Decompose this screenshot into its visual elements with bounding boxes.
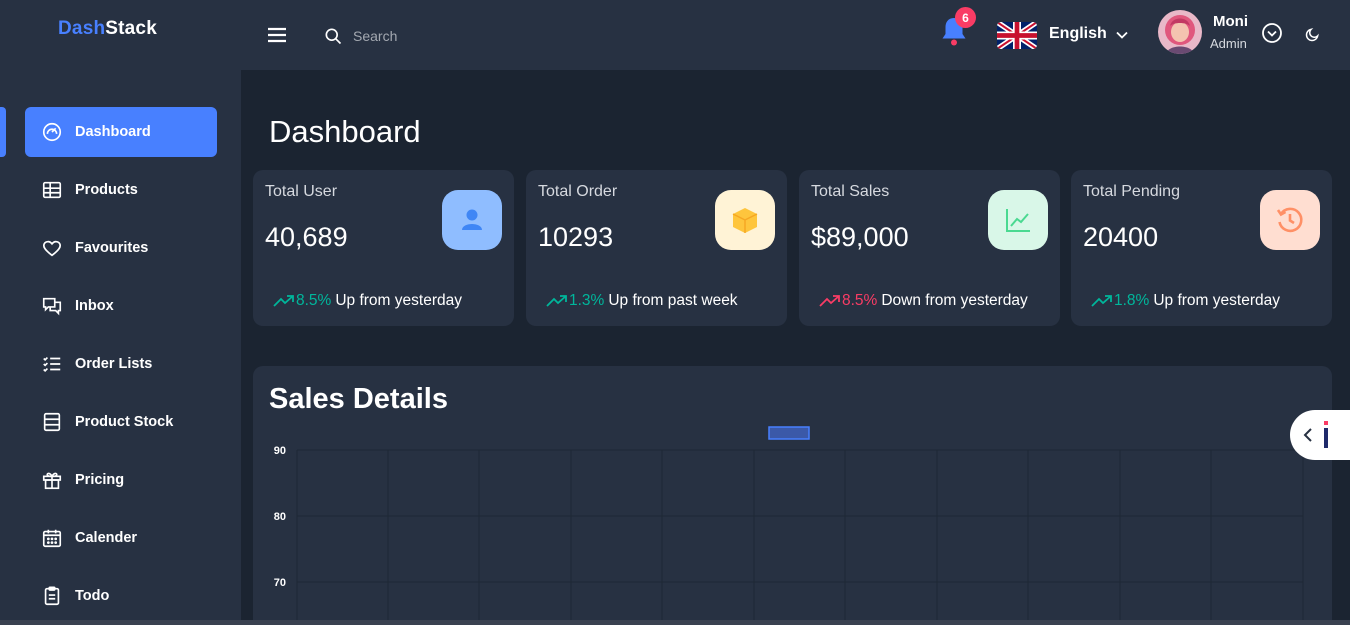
card-trend: 8.5% Up from yesterday xyxy=(273,292,462,310)
sidebar-item-product-stock[interactable]: Product Stock xyxy=(25,397,217,447)
trend-description: Down from yesterday xyxy=(881,292,1028,309)
search-bar xyxy=(323,22,603,50)
card-title: Total Sales xyxy=(811,183,890,200)
sidebar-item-pricing[interactable]: Pricing xyxy=(25,455,217,505)
trend-description: Up from yesterday xyxy=(335,292,462,309)
y-tick-label: 90 xyxy=(274,445,286,457)
sidebar-item-favourites[interactable]: Favourites xyxy=(25,223,217,273)
bottom-scrollbar[interactable] xyxy=(0,620,1350,625)
uk-flag-icon[interactable] xyxy=(997,22,1037,49)
sidebar-item-label: Order Lists xyxy=(75,356,153,372)
chart-horizontal-gridlines xyxy=(297,449,1303,583)
sales-details-panel: Sales Details 90 80 70 xyxy=(253,366,1332,625)
brand-logo[interactable]: DashStack xyxy=(58,18,157,40)
checklist-icon xyxy=(43,356,61,373)
brand-part-dash: Dash xyxy=(58,18,106,39)
card-icon-box xyxy=(1260,190,1320,250)
sales-details-title: Sales Details xyxy=(269,383,448,415)
card-value: 40,689 xyxy=(265,222,348,252)
trend-percent: 8.5% xyxy=(842,292,878,309)
sidebar-item-products[interactable]: Products xyxy=(25,165,217,215)
card-icon-box xyxy=(442,190,502,250)
chart-vertical-gridlines xyxy=(296,450,1304,625)
sidebar-item-inbox[interactable]: Inbox xyxy=(25,281,217,331)
active-indicator xyxy=(0,107,6,157)
card-title: Total Pending xyxy=(1083,183,1180,200)
sidebar-nav: Dashboard Products Favourites Inbox Orde… xyxy=(25,107,217,625)
info-side-tab[interactable] xyxy=(1290,410,1350,460)
gift-icon xyxy=(42,472,62,490)
sidebar-item-label: Inbox xyxy=(75,298,114,314)
sales-chart: 90 80 70 xyxy=(274,426,1304,625)
sidebar-item-label: Product Stock xyxy=(75,414,174,430)
card-trend: 1.8% Up from yesterday xyxy=(1091,292,1280,310)
stat-card-total-sales: Total Sales $89,000 8.5% Down from yeste… xyxy=(799,170,1060,326)
sidebar-item-todo[interactable]: Todo xyxy=(25,571,217,621)
info-icon xyxy=(1324,421,1328,448)
chart-legend-swatch[interactable] xyxy=(768,426,810,440)
search-icon xyxy=(325,28,342,45)
profile-dropdown-icon[interactable] xyxy=(1261,22,1283,44)
history-icon xyxy=(1276,207,1303,233)
sidebar: DashStack Dashboard Products Favourites … xyxy=(0,0,241,625)
sidebar-item-label: Calender xyxy=(75,530,138,546)
trend-description: Up from past week xyxy=(608,292,738,309)
trend-down-icon xyxy=(819,295,840,307)
trend-percent: 8.5% xyxy=(296,292,332,309)
user-icon xyxy=(462,209,482,230)
page-title: Dashboard xyxy=(269,114,421,149)
trend-up-icon xyxy=(1091,295,1112,307)
trend-up-icon xyxy=(273,295,294,307)
search-input[interactable] xyxy=(353,28,573,44)
card-icon-box xyxy=(988,190,1048,250)
card-title: Total Order xyxy=(538,183,618,200)
card-value: 20400 xyxy=(1083,222,1159,252)
clipboard-icon xyxy=(44,586,60,606)
stock-icon xyxy=(43,412,61,432)
trend-percent: 1.3% xyxy=(569,292,605,309)
grid-icon xyxy=(42,181,62,199)
card-value: 10293 xyxy=(538,222,614,252)
language-selector[interactable]: English xyxy=(1049,25,1107,43)
menu-icon[interactable] xyxy=(267,26,287,44)
chevron-left-icon xyxy=(1303,428,1312,442)
calendar-icon xyxy=(42,529,62,548)
trend-up-icon xyxy=(546,295,567,307)
trend-percent: 1.8% xyxy=(1114,292,1150,309)
user-name: Moni xyxy=(1213,13,1248,30)
sidebar-item-order-lists[interactable]: Order Lists xyxy=(25,339,217,389)
sidebar-item-label: Dashboard xyxy=(75,124,151,140)
line-chart-icon xyxy=(1006,209,1030,232)
avatar[interactable] xyxy=(1158,10,1202,54)
dashboard-icon xyxy=(42,122,62,142)
heart-icon xyxy=(42,240,62,257)
y-tick-label: 80 xyxy=(274,511,286,523)
card-icon-box xyxy=(715,190,775,250)
card-value: $89,000 xyxy=(811,222,909,252)
notification-badge: 6 xyxy=(955,7,976,28)
brand-part-stack: Stack xyxy=(105,18,157,39)
trend-description: Up from yesterday xyxy=(1153,292,1280,309)
sidebar-item-label: Products xyxy=(75,182,138,198)
card-title: Total User xyxy=(265,183,338,200)
card-trend: 8.5% Down from yesterday xyxy=(819,292,1028,310)
box-icon xyxy=(732,208,758,233)
sidebar-item-label: Todo xyxy=(75,588,110,604)
sidebar-item-dashboard[interactable]: Dashboard xyxy=(25,107,217,157)
top-header: 6 English Moni Admin xyxy=(241,0,1350,70)
moon-icon[interactable] xyxy=(1305,27,1320,42)
sidebar-item-calender[interactable]: Calender xyxy=(25,513,217,563)
card-trend: 1.3% Up from past week xyxy=(546,292,738,310)
chat-icon xyxy=(42,297,62,316)
sidebar-item-label: Favourites xyxy=(75,240,149,256)
chevron-down-icon[interactable] xyxy=(1115,28,1129,42)
stat-card-total-order: Total Order 10293 1.3% Up from past week xyxy=(526,170,787,326)
stat-card-total-user: Total User 40,689 8.5% Up from yesterday xyxy=(253,170,514,326)
user-role: Admin xyxy=(1210,36,1247,51)
y-tick-label: 70 xyxy=(274,577,286,589)
sidebar-item-label: Pricing xyxy=(75,472,125,488)
stat-card-total-pending: Total Pending 20400 1.8% Up from yesterd… xyxy=(1071,170,1332,326)
